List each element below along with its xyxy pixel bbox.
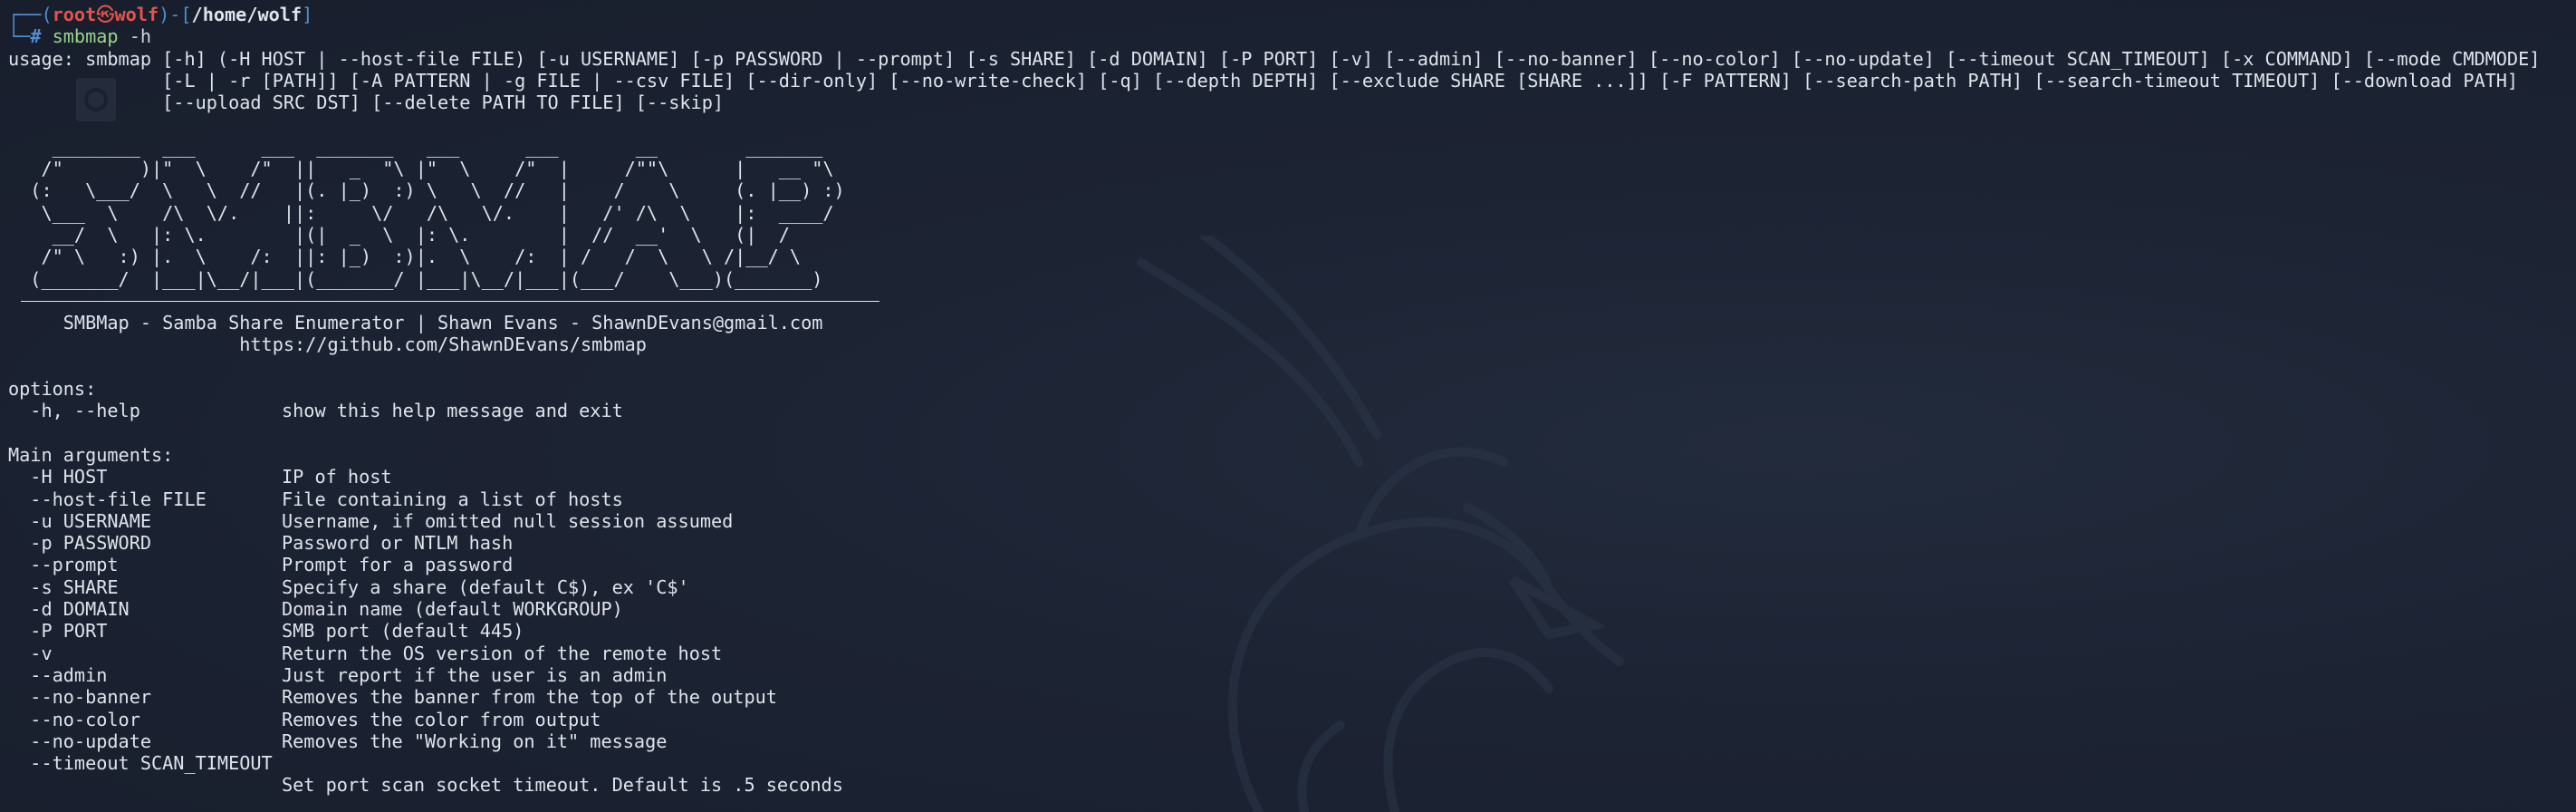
argument-flag: -s SHARE [8, 575, 119, 598]
prompt-frame-bottom: └─ [8, 25, 31, 48]
argument-row: --no-update Removes the "Working on it" m… [8, 730, 2540, 752]
argument-row: -d DOMAIN Domain name (default WORKGROUP) [8, 598, 2540, 620]
argument-flag: --prompt [8, 554, 119, 576]
usage-line: [-L | -r [PATH]] [-A PATTERN | -g FILE |… [8, 69, 2519, 92]
prompt-hash: # [30, 25, 53, 48]
banner-url: https://github.com/ShawnDEvans/smbmap [8, 334, 647, 356]
argument-desc: Return the OS version of the remote host [282, 642, 723, 664]
argument-flag: --timeout SCAN_TIMEOUT [8, 752, 273, 775]
banner-art-line: (_______/ |___|\__/|___|(_______/ |___|\… [8, 267, 823, 290]
argument-row: --admin Just report if the user is an adm… [8, 664, 2540, 686]
banner-art-line: \___ \ /\ \/. ||: \/ /\ \/. | /' /\ \ |:… [8, 201, 834, 224]
argument-desc: File containing a list of hosts [282, 488, 623, 510]
argument-desc: Just report if the user is an admin [282, 663, 668, 686]
usage-line: [--upload SRC DST] [--delete PATH TO FIL… [8, 92, 725, 114]
main-arguments-header: Main arguments: [8, 443, 174, 466]
prompt-separator: )-[ [159, 4, 192, 25]
argument-row: -s SHARE Specify a share (default C$), ex… [8, 576, 2540, 598]
argument-row: -p PASSWORD Password or NTLM hash [8, 532, 2540, 554]
argument-row: --prompt Prompt for a password [8, 554, 2540, 575]
argument-flag: -d DOMAIN [8, 598, 130, 621]
argument-flag: -u USERNAME [8, 509, 152, 532]
argument-row: --host-file FILE File containing a list o… [8, 488, 2540, 510]
argument-desc: Username, if omitted null session assume… [282, 509, 734, 532]
argument-row: --no-banner Removes the banner from the t… [8, 686, 2540, 708]
argument-desc: Removes the color from output [282, 708, 601, 730]
argument-desc: Removes the "Working on it" message [282, 730, 668, 752]
banner-art-line: /" \ :) |. \ /: ||: |_) :)|. \ /: | / / … [8, 246, 802, 268]
argument-desc: Removes the banner from the top of the o… [282, 686, 777, 709]
argument-flag: -P PORT [8, 620, 108, 643]
prompt-bracket: ] [302, 4, 313, 25]
prompt-line: ┌──(root㉿wolf)-[/home/wolf] [8, 4, 2540, 25]
usage-line: usage: smbmap [-h] (-H HOST | --host-fil… [8, 47, 2541, 70]
argument-desc: Prompt for a password [282, 554, 514, 576]
argument-flag: --no-update [8, 730, 152, 752]
banner-art-line [8, 113, 2540, 135]
command-line[interactable]: └─# smbmap -h [8, 25, 2540, 47]
banner-art-line: __/ \ |: \. |(| _ \ |: \. | // __' \ (| … [8, 223, 790, 246]
argument-row: -H HOST IP of host [8, 466, 2540, 488]
prompt-path: /home/wolf [191, 4, 303, 25]
terminal-output: ┌──(root㉿wolf)-[/home/wolf] └─# smbmap -… [8, 4, 2540, 797]
banner-art-line: (: \___/ \ \ // |(. |_) :) \ \ // | / \ … [8, 179, 845, 202]
argument-row: -u USERNAME Username, if omitted null ses… [8, 510, 2540, 532]
option-flag: -h, --help [8, 400, 140, 422]
argument-flag: -p PASSWORD [8, 532, 152, 555]
argument-flag: -v [8, 642, 53, 664]
argument-row: -v Return the OS version of the remote ho… [8, 643, 2540, 664]
banner-title: SMBMap - Samba Share Enumerator | Shawn … [8, 312, 823, 334]
prompt-host: wolf [114, 4, 159, 25]
skull-icon: ㉿ [96, 4, 115, 25]
argument-row: Set port scan socket timeout. Default is… [8, 774, 2540, 796]
banner-art-line: /" )|" \ /" || _ "\ |" \ /" | /""\ | __ … [8, 158, 834, 180]
prompt-frame: ┌──( [8, 4, 53, 25]
option-desc: show this help message and exit [282, 400, 623, 422]
argument-desc: Set port scan socket timeout. Default is… [282, 774, 843, 797]
argument-desc: IP of host [282, 466, 392, 488]
command-name: smbmap [52, 25, 119, 48]
prompt-user: root [52, 4, 97, 25]
command-argument: -h [118, 25, 152, 48]
argument-flag: --no-banner [8, 686, 152, 709]
argument-desc: Domain name (default WORKGROUP) [282, 598, 623, 621]
argument-desc: SMB port (default 445) [282, 620, 524, 643]
argument-flag: -H HOST [8, 466, 108, 488]
argument-desc: Specify a share (default C$), ex 'C$' [282, 575, 689, 598]
argument-row: --timeout SCAN_TIMEOUT [8, 752, 2540, 774]
argument-row: --no-color Removes the color from output [8, 709, 2540, 730]
banner-divider [8, 290, 2540, 312]
argument-row: -P PORT SMB port (default 445) [8, 620, 2540, 642]
argument-desc: Password or NTLM hash [282, 532, 514, 555]
option-row: -h, --help show this help message and exi… [8, 400, 2540, 421]
argument-flag: --host-file FILE [8, 488, 207, 510]
banner-art-line: ________ ___ ___ _______ ___ ___ __ ____… [8, 135, 823, 158]
terminal-window[interactable]: ┌──(root㉿wolf)-[/home/wolf] └─# smbmap -… [0, 0, 2576, 812]
argument-flag: --admin [8, 663, 108, 686]
argument-flag: --no-color [8, 708, 140, 730]
options-header: options: [8, 378, 97, 401]
